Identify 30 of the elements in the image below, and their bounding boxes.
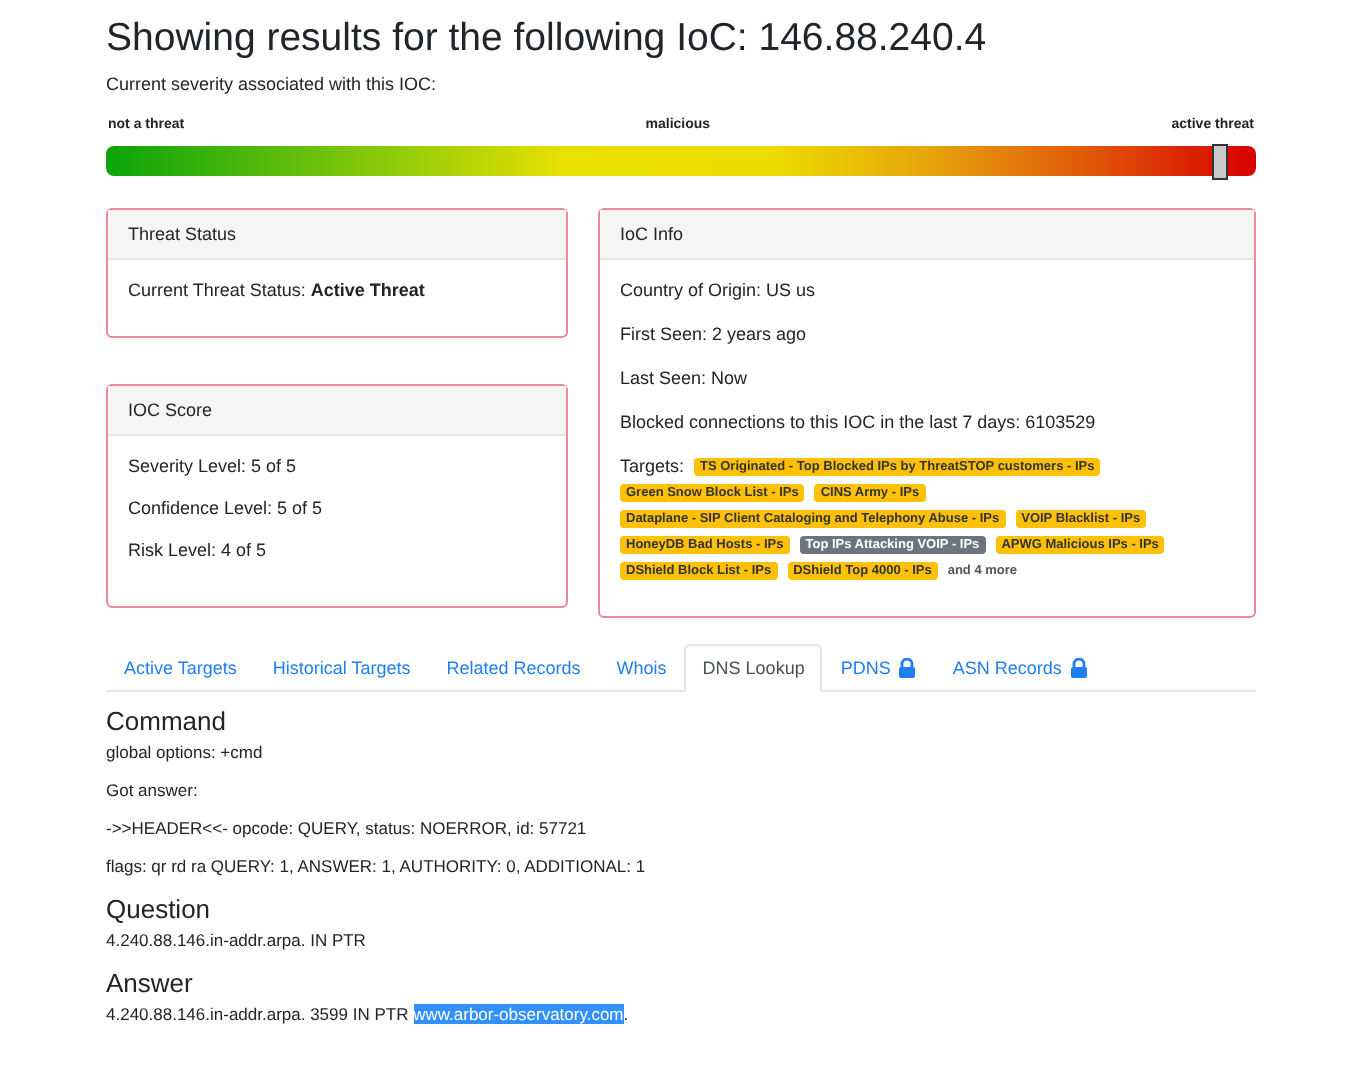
section-heading: Question [106, 894, 213, 924]
tab[interactable]: Active Targets [106, 644, 255, 692]
output-line: global options: +cmd [106, 742, 265, 762]
severity-caption: Current severity associated with this IOC: [106, 74, 439, 94]
score-line: Severity Level: 5 of 5 [128, 456, 299, 476]
score-line: Confidence Level: 5 of 5 [128, 498, 325, 518]
targets-label: Targets: [620, 456, 685, 476]
card-header: IoC Info [600, 210, 1254, 260]
page-title: Showing results for the following IoC: 146.88.240.4 [106, 16, 989, 62]
info-line: First Seen: 2 years ago [620, 324, 809, 344]
card-header: Threat Status [108, 210, 566, 260]
card-header: IOC Score [108, 386, 566, 436]
output-line: Got answer: [106, 780, 200, 800]
info-line: Country of Origin: US us [620, 280, 818, 300]
section-heading: Answer [106, 968, 195, 998]
tab[interactable]: Whois [598, 644, 685, 692]
info-line: Last Seen: Now [620, 368, 750, 388]
tab[interactable]: Related Records [428, 644, 599, 692]
output-line: ->>HEADER<<- opcode: QUERY, status: NOERROR, id: 57721 [106, 818, 589, 838]
threat-status-text: Current Threat Status: Active Threat [128, 280, 427, 300]
tab[interactable]: Historical Targets [254, 644, 429, 692]
output-line: 4.240.88.146.in-addr.arpa. 3599 IN PTR www.arbor-observatory.com. [106, 1004, 631, 1024]
tab[interactable]: ASN Records [934, 644, 1106, 692]
tab[interactable]: DNS Lookup [684, 644, 823, 692]
section-heading: Command [106, 706, 228, 736]
tab[interactable]: PDNS [822, 644, 935, 692]
info-line: Blocked connections to this IOC in the last 7 days: 6103529 [620, 412, 1098, 432]
output-line: flags: qr rd ra QUERY: 1, ANSWER: 1, AUTHORITY: 0, ADDITIONAL: 1 [106, 856, 648, 876]
score-line: Risk Level: 4 of 5 [128, 540, 269, 560]
output-line: 4.240.88.146.in-addr.arpa. IN PTR [106, 930, 368, 950]
